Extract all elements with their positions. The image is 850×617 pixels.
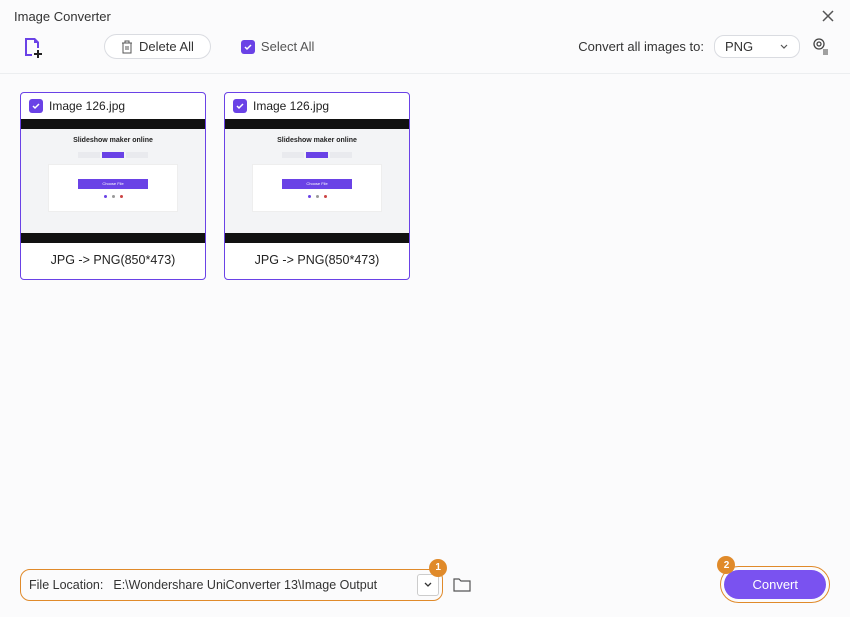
card-filename: Image 126.jpg [253, 99, 329, 113]
card-conversion-info: JPG -> PNG(850*473) [225, 243, 409, 279]
card-checkbox[interactable] [233, 99, 247, 113]
close-icon[interactable] [820, 8, 836, 24]
thumb-caption: Slideshow maker online [73, 137, 153, 144]
image-grid: Image 126.jpg Slideshow maker online Cho… [0, 74, 850, 298]
title-bar: Image Converter [0, 0, 850, 30]
convert-button[interactable]: Convert [724, 570, 826, 599]
card-header: Image 126.jpg [21, 93, 205, 119]
checkmark-icon [241, 40, 255, 54]
step-badge-1: 1 [429, 559, 447, 577]
add-image-icon[interactable] [20, 35, 44, 59]
convert-to-label: Convert all images to: [578, 39, 704, 54]
select-all-label: Select All [261, 39, 314, 54]
image-card[interactable]: Image 126.jpg Slideshow maker online Cho… [224, 92, 410, 280]
bottom-bar: File Location: E:\Wondershare UniConvert… [0, 566, 850, 603]
format-select[interactable]: PNG [714, 35, 800, 58]
toolbar: Delete All Select All Convert all images… [0, 30, 850, 74]
format-value: PNG [725, 39, 753, 54]
window-title: Image Converter [14, 9, 111, 24]
settings-icon[interactable] [810, 35, 830, 58]
card-thumbnail: Slideshow maker online Choose File [225, 119, 409, 243]
chevron-down-icon [779, 42, 789, 52]
card-thumbnail: Slideshow maker online Choose File [21, 119, 205, 243]
select-all-checkbox[interactable]: Select All [241, 39, 314, 54]
delete-all-label: Delete All [139, 39, 194, 54]
location-dropdown[interactable] [417, 574, 439, 596]
thumb-caption: Slideshow maker online [277, 137, 357, 144]
open-folder-icon[interactable] [453, 577, 471, 593]
card-header: Image 126.jpg [225, 93, 409, 119]
card-conversion-info: JPG -> PNG(850*473) [21, 243, 205, 279]
file-location-label: File Location: [21, 578, 113, 592]
image-card[interactable]: Image 126.jpg Slideshow maker online Cho… [20, 92, 206, 280]
delete-all-button[interactable]: Delete All [104, 34, 211, 59]
file-location-group: File Location: E:\Wondershare UniConvert… [20, 569, 443, 601]
file-location-path: E:\Wondershare UniConverter 13\Image Out… [113, 578, 417, 592]
chevron-down-icon [423, 580, 433, 590]
card-checkbox[interactable] [29, 99, 43, 113]
convert-group: 2 Convert [720, 566, 830, 603]
card-filename: Image 126.jpg [49, 99, 125, 113]
